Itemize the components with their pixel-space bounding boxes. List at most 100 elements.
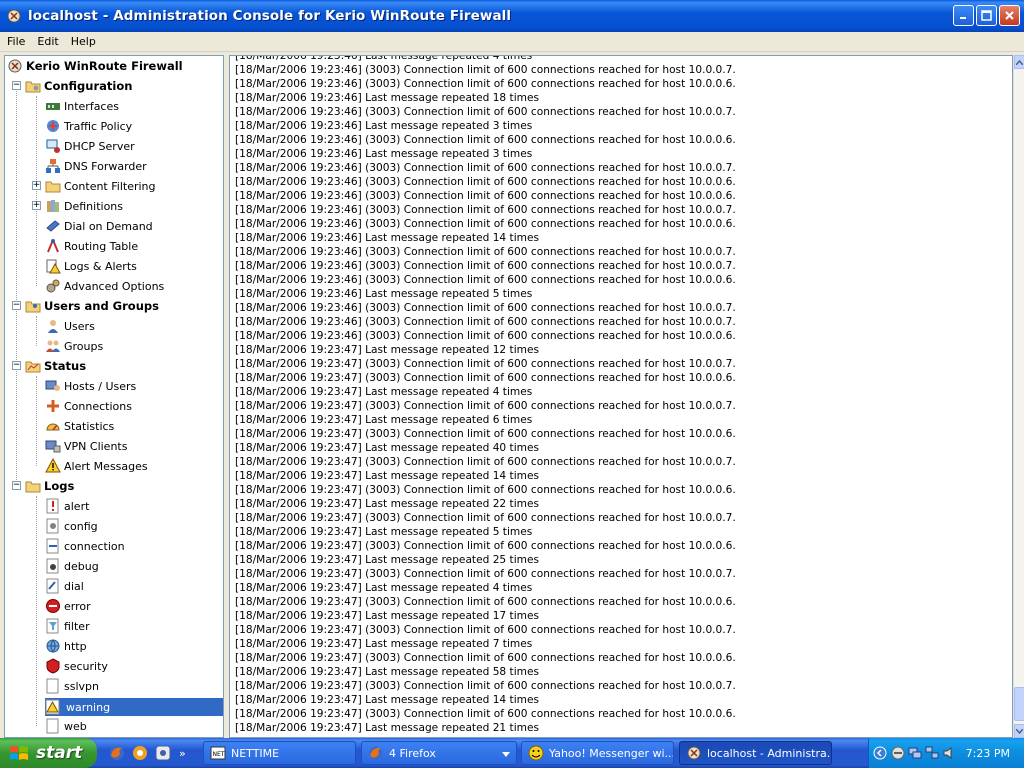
tree-item-interfaces[interactable]: Interfaces — [45, 97, 119, 115]
start-button[interactable]: start — [0, 738, 97, 768]
task-yahoo-messenger[interactable]: Yahoo! Messenger wi... — [521, 741, 674, 765]
menu-bar: File Edit Help — [0, 32, 1024, 52]
minimize-button[interactable] — [953, 5, 974, 26]
scroll-thumb[interactable] — [1014, 687, 1024, 721]
log-line: [18/Mar/2006 19:23:46] (3003) Connection… — [235, 134, 736, 146]
log-scrollbar[interactable] — [1013, 55, 1024, 738]
status-folder-icon — [25, 358, 41, 374]
tree-item-dns-forwarder[interactable]: DNS Forwarder — [45, 157, 147, 175]
definitions-book-icon — [45, 198, 61, 214]
app-launcher-icon[interactable] — [154, 744, 172, 762]
firefox-icon — [368, 745, 384, 761]
tree-section-configuration[interactable]: Configuration — [25, 77, 132, 95]
expander-status[interactable]: − — [12, 361, 21, 370]
tree-item-routing-table[interactable]: Routing Table — [45, 237, 138, 255]
globe-icon — [45, 638, 61, 654]
tree-item-dhcp-server[interactable]: DHCP Server — [45, 137, 135, 155]
tree-item-logs-alerts[interactable]: Logs & Alerts — [45, 257, 137, 275]
group-icon — [45, 338, 61, 354]
tree-root[interactable]: Kerio WinRoute Firewall — [7, 57, 183, 75]
debug-log-icon — [45, 558, 61, 574]
expander-logs[interactable]: − — [12, 481, 21, 490]
log-line: [18/Mar/2006 19:23:47] Last message repe… — [235, 722, 539, 734]
tree-item-content-filtering[interactable]: Content Filtering — [45, 177, 156, 195]
tree-item-log-debug[interactable]: debug — [45, 557, 99, 575]
minimize-icon — [960, 17, 966, 19]
menu-edit[interactable]: Edit — [32, 35, 63, 48]
tree-section-status[interactable]: Status — [25, 357, 86, 375]
svg-text:NET: NET — [213, 751, 225, 758]
log-line: [18/Mar/2006 19:23:46] (3003) Connection… — [235, 78, 736, 90]
log-line: [18/Mar/2006 19:23:47] (3003) Connection… — [235, 708, 736, 720]
log-line: [18/Mar/2006 19:23:46] (3003) Connection… — [235, 316, 736, 328]
expander-users-and-groups[interactable]: − — [12, 301, 21, 310]
menu-help[interactable]: Help — [66, 35, 101, 48]
network-status-icon[interactable] — [908, 746, 922, 760]
vpn-clients-icon — [45, 438, 61, 454]
tree-item-traffic-policy[interactable]: Traffic Policy — [45, 117, 132, 135]
task-kerio-console[interactable]: localhost - Administra... — [679, 741, 832, 765]
tree-item-hosts-users[interactable]: Hosts / Users — [45, 377, 136, 395]
tree-item-definitions[interactable]: Definitions — [45, 197, 123, 215]
scroll-up-button[interactable] — [1014, 55, 1024, 69]
tree-item-connections[interactable]: Connections — [45, 397, 132, 415]
media-player-icon[interactable] — [131, 744, 149, 762]
tree-item-log-dial[interactable]: dial — [45, 577, 84, 595]
tray-expand-icon[interactable] — [873, 746, 887, 760]
tree-item-log-sslvpn[interactable]: sslvpn — [45, 677, 99, 695]
expander-definitions[interactable]: + — [32, 201, 41, 210]
scroll-down-button[interactable] — [1014, 724, 1024, 738]
quick-launch-more-icon[interactable]: » — [179, 747, 186, 760]
kerio-app-icon[interactable] — [6, 8, 22, 24]
tree-item-log-error[interactable]: error — [45, 597, 91, 615]
tree-section-logs[interactable]: Logs — [25, 477, 74, 495]
log-line: [18/Mar/2006 19:23:46] (3003) Connection… — [235, 176, 736, 188]
tree-item-users[interactable]: Users — [45, 317, 95, 335]
log-line: [18/Mar/2006 19:23:47] (3003) Connection… — [235, 596, 736, 608]
menu-file[interactable]: File — [2, 35, 30, 48]
kerio-app-icon — [686, 745, 702, 761]
firefox-icon[interactable] — [108, 744, 126, 762]
expander-content-filtering[interactable]: + — [32, 181, 41, 190]
folder-gear-icon — [25, 78, 41, 94]
log-line: [18/Mar/2006 19:23:46] (3003) Connection… — [235, 204, 736, 216]
task-nettime[interactable]: NET NETTIME — [203, 741, 356, 765]
tree-item-log-connection[interactable]: connection — [45, 537, 125, 555]
clock[interactable]: 7:23 PM — [966, 747, 1010, 760]
tree-item-log-http[interactable]: http — [45, 637, 87, 655]
log-line: [18/Mar/2006 19:23:46] (3003) Connection… — [235, 162, 736, 174]
log-line: [18/Mar/2006 19:23:47] Last message repe… — [235, 582, 533, 594]
dns-forwarder-icon — [45, 158, 61, 174]
tree-item-statistics[interactable]: Statistics — [45, 417, 114, 435]
tree-item-log-alert[interactable]: alert — [45, 497, 89, 515]
log-line: [18/Mar/2006 19:23:46] (3003) Connection… — [235, 260, 736, 272]
log-line: [18/Mar/2006 19:23:47] (3003) Connection… — [235, 652, 736, 664]
tree-item-log-web[interactable]: web — [45, 717, 87, 735]
tree-item-groups[interactable]: Groups — [45, 337, 103, 355]
tray-app-icon[interactable] — [891, 746, 905, 760]
task-firefox-group[interactable]: 4 Firefox — [361, 741, 517, 765]
close-button[interactable] — [999, 5, 1020, 26]
volume-icon[interactable] — [942, 746, 956, 760]
dhcp-server-icon — [45, 138, 61, 154]
expander-configuration[interactable]: − — [12, 81, 21, 90]
tree-item-log-filter[interactable]: filter — [45, 617, 90, 635]
maximize-button[interactable] — [976, 5, 997, 26]
log-line: [18/Mar/2006 19:23:47] (3003) Connection… — [235, 568, 736, 580]
network-connection-icon[interactable] — [925, 746, 939, 760]
tree-section-users-and-groups[interactable]: Users and Groups — [25, 297, 159, 315]
tree-item-log-security[interactable]: security — [45, 657, 108, 675]
window-title-bar[interactable]: localhost - Administration Console for K… — [0, 0, 1024, 32]
tree-item-dial-on-demand[interactable]: Dial on Demand — [45, 217, 153, 235]
config-log-icon — [45, 518, 61, 534]
tree-item-advanced-options[interactable]: Advanced Options — [45, 277, 164, 295]
navigation-tree[interactable]: Kerio WinRoute Firewall − Configuration … — [4, 55, 224, 738]
tree-item-vpn-clients[interactable]: VPN Clients — [45, 437, 127, 455]
tree-item-log-config[interactable]: config — [45, 517, 98, 535]
log-line: [18/Mar/2006 19:23:46] (3003) Connection… — [235, 302, 736, 314]
tree-item-log-warning[interactable]: warning — [45, 698, 114, 716]
traffic-policy-icon — [45, 118, 61, 134]
log-line: [18/Mar/2006 19:23:47] Last message repe… — [235, 666, 539, 678]
tree-item-alert-messages[interactable]: Alert Messages — [45, 457, 148, 475]
log-viewer[interactable]: [18/Mar/2006 19:23:46] Last message repe… — [229, 55, 1013, 738]
